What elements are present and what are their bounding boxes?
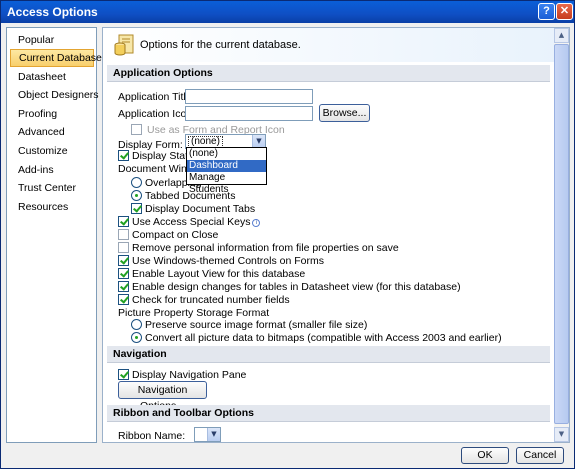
content-header: Options for the current database. (103, 28, 569, 62)
scrollbar-thumb[interactable] (554, 44, 569, 424)
title-bar: Access Options ? ✕ (1, 1, 574, 23)
info-icon[interactable]: i (252, 219, 261, 227)
sidebar-item-trust-center[interactable]: Trust Center (10, 179, 94, 197)
use-access-special-keys-checkbox[interactable] (118, 216, 129, 227)
overlapping-windows-radio[interactable] (131, 177, 142, 188)
help-button[interactable]: ? (538, 3, 555, 20)
application-title-input[interactable] (185, 89, 313, 104)
section-application-options: Application Options (107, 65, 550, 82)
convert-to-bitmaps-label: Convert all picture data to bitmaps (com… (145, 332, 502, 344)
display-navigation-pane-checkbox[interactable] (118, 369, 129, 380)
display-form-dropdown-list: (none) Dashboard Manage Students (186, 147, 267, 195)
section-navigation: Navigation (107, 346, 550, 363)
ribbon-name-select[interactable]: ▼ (194, 427, 221, 442)
use-access-special-keys-label: Use Access Special Keys i (132, 216, 261, 228)
cancel-button[interactable]: Cancel (516, 447, 564, 464)
scroll-up-icon[interactable]: ▲ (554, 28, 569, 43)
content-scrollbar[interactable]: ▲ ▼ (554, 28, 569, 442)
sidebar-item-resources[interactable]: Resources (10, 198, 94, 216)
enable-design-changes-label: Enable design changes for tables in Data… (132, 281, 461, 293)
sidebar-item-add-ins[interactable]: Add-ins (10, 161, 94, 179)
windows-themed-controls-label: Use Windows-themed Controls on Forms (132, 255, 324, 267)
windows-themed-controls-checkbox[interactable] (118, 255, 129, 266)
navigation-options-button[interactable]: Navigation Options... (118, 381, 207, 412)
check-truncated-fields-checkbox[interactable] (118, 294, 129, 305)
dropdown-option-none[interactable]: (none) (187, 148, 266, 160)
section-ribbon-toolbar-options: Ribbon and Toolbar Options (107, 405, 550, 422)
sidebar-item-current-database[interactable]: Current Database (10, 49, 102, 67)
use-as-form-icon-checkbox[interactable] (131, 124, 142, 135)
dropdown-option-manage-students[interactable]: Manage Students (187, 172, 266, 195)
convert-to-bitmaps-radio[interactable] (131, 332, 142, 343)
application-icon-label: Application Icon: (118, 108, 196, 120)
ok-button[interactable]: OK (461, 447, 509, 464)
dropdown-option-dashboard[interactable]: Dashboard (187, 160, 266, 172)
scroll-down-icon[interactable]: ▼ (554, 427, 569, 442)
sidebar-item-datasheet[interactable]: Datasheet (10, 68, 94, 86)
sidebar-item-advanced[interactable]: Advanced (10, 123, 94, 141)
options-sidebar: Popular Current Database Datasheet Objec… (6, 27, 102, 443)
sidebar-item-object-designers[interactable]: Object Designers (10, 86, 99, 104)
display-navigation-pane-label: Display Navigation Pane (132, 369, 247, 381)
enable-layout-view-checkbox[interactable] (118, 268, 129, 279)
compact-on-close-checkbox[interactable] (118, 229, 129, 240)
remove-personal-info-label: Remove personal information from file pr… (132, 242, 399, 254)
content-header-text: Options for the current database. (140, 39, 301, 51)
chevron-down-icon[interactable]: ▼ (207, 428, 220, 441)
sidebar-item-proofing[interactable]: Proofing (10, 105, 94, 123)
access-options-dialog: Access Options ? ✕ Popular Current Datab… (0, 0, 575, 469)
ribbon-name-label: Ribbon Name: (118, 430, 186, 442)
close-button[interactable]: ✕ (556, 3, 573, 20)
browse-button[interactable]: Browse... (319, 104, 370, 122)
options-content-pane: Options for the current database. Applic… (102, 27, 570, 443)
compact-on-close-label: Compact on Close (132, 229, 219, 241)
enable-design-changes-checkbox[interactable] (118, 281, 129, 292)
picture-storage-format-label: Picture Property Storage Format (118, 307, 270, 319)
check-truncated-fields-label: Check for truncated number fields (132, 294, 290, 306)
window-title: Access Options (7, 5, 98, 19)
application-title-label: Application Title: (118, 91, 195, 103)
database-options-icon (114, 34, 134, 56)
enable-layout-view-label: Enable Layout View for this database (132, 268, 306, 280)
sidebar-item-popular[interactable]: Popular (10, 31, 94, 49)
use-access-special-keys-text: Use Access Special Keys (132, 216, 251, 228)
application-icon-input[interactable] (185, 106, 313, 121)
preserve-source-format-radio[interactable] (131, 319, 142, 330)
preserve-source-format-label: Preserve source image format (smaller fi… (145, 319, 368, 331)
display-status-bar-checkbox[interactable] (118, 150, 129, 161)
tabbed-documents-radio[interactable] (131, 190, 142, 201)
display-document-tabs-checkbox[interactable] (131, 203, 142, 214)
display-document-tabs-label: Display Document Tabs (145, 203, 256, 215)
sidebar-item-customize[interactable]: Customize (10, 142, 94, 160)
remove-personal-info-checkbox[interactable] (118, 242, 129, 253)
